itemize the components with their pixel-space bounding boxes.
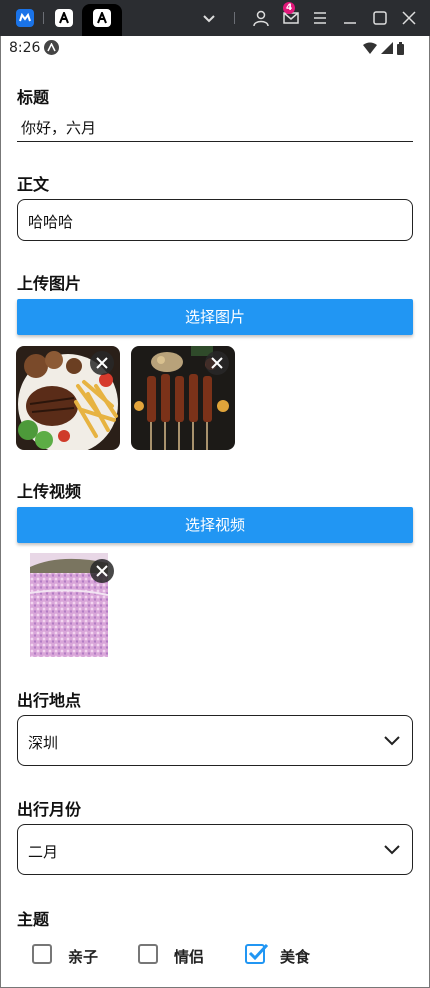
app-tab-a-active-icon[interactable] (93, 9, 111, 27)
app-tab-a-icon[interactable] (55, 9, 73, 27)
close-icon (211, 357, 223, 369)
location-select-value: 深圳 (28, 734, 59, 752)
toolbar-divider (234, 12, 235, 24)
month-select[interactable]: 二月 (17, 824, 413, 875)
maximize-icon[interactable] (371, 9, 389, 27)
theme-checkbox-food[interactable] (245, 944, 268, 964)
menu-icon[interactable] (311, 9, 329, 27)
remove-image-button[interactable] (205, 351, 229, 375)
title-input-value: 你好，六月 (21, 119, 97, 137)
app-notification-icon (44, 40, 59, 55)
title-label: 标题 (17, 88, 50, 107)
month-label: 出行月份 (17, 800, 82, 819)
choose-image-button[interactable]: 选择图片 (17, 299, 413, 335)
battery-icon (397, 41, 404, 55)
close-icon (96, 565, 108, 577)
location-select[interactable]: 深圳 (17, 715, 413, 766)
status-icons (363, 41, 404, 55)
month-select-value: 二月 (28, 843, 59, 861)
chevron-down-icon[interactable] (200, 9, 218, 27)
title-input[interactable]: 你好，六月 (17, 112, 413, 142)
body-textarea[interactable]: 哈哈哈 (17, 199, 413, 241)
theme-label: 主题 (17, 910, 50, 929)
theme-label-parent-child: 亲子 (68, 948, 99, 966)
wifi-icon (363, 42, 377, 54)
location-label: 出行地点 (17, 691, 82, 710)
theme-label-food: 美食 (280, 948, 311, 966)
theme-checkbox-parent-child[interactable] (32, 944, 52, 964)
theme-label-couple: 情侣 (174, 948, 205, 966)
remove-video-button[interactable] (90, 559, 114, 583)
choose-video-button[interactable]: 选择视频 (17, 507, 413, 543)
signal-icon (381, 42, 393, 54)
status-time: 8:26 (9, 40, 41, 56)
app-tab-icon[interactable] (16, 9, 34, 27)
close-window-icon[interactable] (400, 9, 418, 27)
chevron-down-icon (384, 736, 400, 746)
window-titlebar: 4 (0, 0, 430, 36)
remove-image-button[interactable] (90, 351, 114, 375)
chevron-down-icon (384, 845, 400, 855)
status-bar: 8:26 (0, 36, 430, 60)
tab-divider (43, 12, 44, 24)
image-thumbnail-skewers (131, 346, 235, 450)
body-input-value: 哈哈哈 (28, 213, 74, 231)
close-icon (96, 357, 108, 369)
upload-image-label: 上传图片 (17, 274, 82, 293)
body-label: 正文 (17, 175, 50, 194)
image-thumbnail-steak (16, 346, 120, 450)
checkmark-icon (248, 944, 268, 961)
account-icon[interactable] (252, 9, 270, 27)
minimize-icon[interactable] (341, 9, 359, 27)
upload-video-label: 上传视频 (17, 482, 82, 501)
window-border-left (0, 36, 1, 988)
theme-checkbox-couple[interactable] (138, 944, 158, 964)
